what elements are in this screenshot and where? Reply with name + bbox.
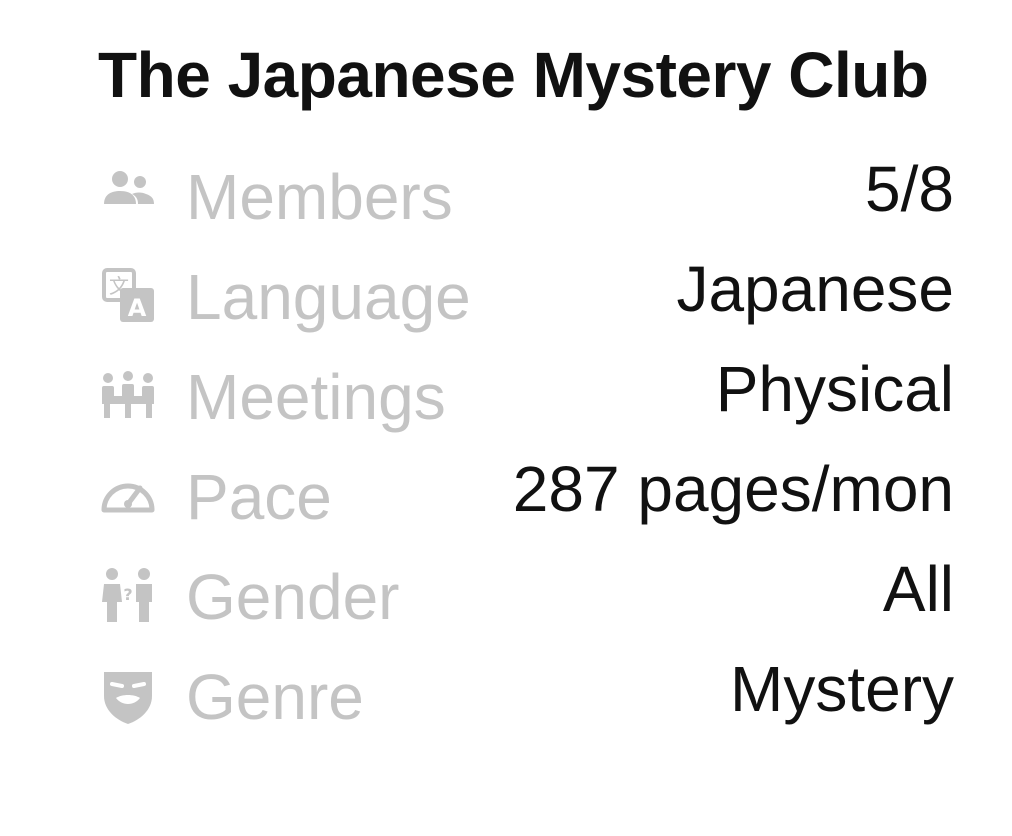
gender-icon: ? xyxy=(98,566,158,626)
svg-text:A: A xyxy=(128,294,147,322)
detail-row-members: Members 5/8 xyxy=(98,152,954,242)
detail-label-pace: Pace xyxy=(186,461,332,533)
detail-row-language: 文 A Language Japanese xyxy=(98,252,954,342)
members-icon xyxy=(98,166,158,226)
detail-value-meetings: Physical xyxy=(715,353,954,425)
detail-value-gender: All xyxy=(882,553,954,625)
detail-label-language: Language xyxy=(186,261,471,333)
detail-value-members: 5/8 xyxy=(865,153,954,225)
detail-row-gender: ? Gender All xyxy=(98,552,954,642)
detail-row-genre: Genre Mystery xyxy=(98,652,954,742)
club-title: The Japanese Mystery Club xyxy=(98,39,929,111)
detail-label-gender: Gender xyxy=(186,561,400,633)
detail-value-language: Japanese xyxy=(676,253,954,325)
detail-label-genre: Genre xyxy=(186,661,364,733)
detail-value-genre: Mystery xyxy=(730,653,954,725)
theater-mask-icon xyxy=(98,666,158,726)
meetings-icon xyxy=(98,366,158,426)
club-details-card: The Japanese Mystery Club Members 5/8 文 … xyxy=(0,0,1012,836)
detail-value-pace: 287 pages/mon xyxy=(512,453,954,525)
detail-label-members: Members xyxy=(186,161,453,233)
detail-row-pace: Pace 287 pages/mon xyxy=(98,452,954,542)
speedometer-icon xyxy=(98,466,158,526)
detail-label-meetings: Meetings xyxy=(186,361,446,433)
detail-row-meetings: Meetings Physical xyxy=(98,352,954,442)
translate-icon: 文 A xyxy=(98,266,158,326)
svg-text:?: ? xyxy=(123,585,132,604)
